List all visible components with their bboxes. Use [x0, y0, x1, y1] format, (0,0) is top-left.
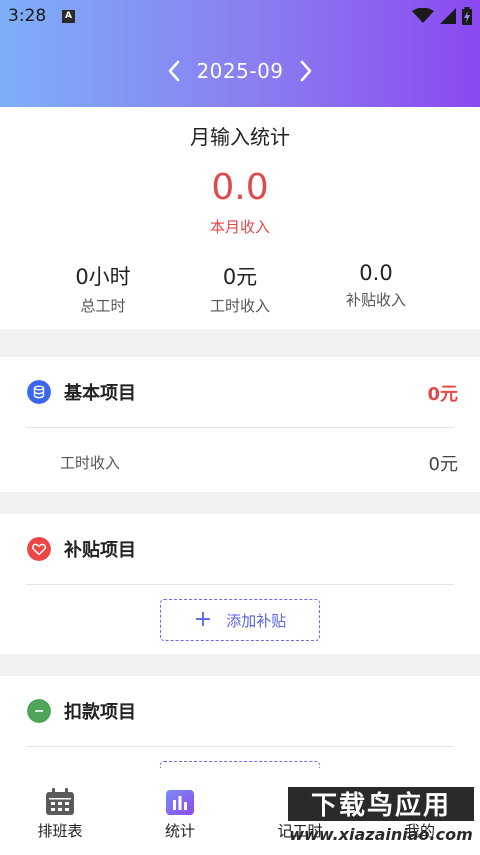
row-label-hourly-income: 工时收入 [60, 454, 121, 472]
card-title: 基本项目 [64, 383, 136, 404]
stat-label: 总工时 [80, 297, 126, 315]
status-bar: 3:28 A [0, 0, 480, 32]
card-title: 扣款项目 [64, 702, 136, 723]
stat-value: 0小时 [75, 265, 131, 289]
add-deduction-button[interactable] [160, 761, 320, 768]
notification-icon: A [62, 10, 75, 23]
add-subsidy-button[interactable]: + 添加补贴 [160, 599, 320, 641]
heart-icon [27, 537, 51, 561]
wifi-icon [412, 8, 434, 23]
monthly-income-value: 0.0 [211, 167, 269, 208]
calendar-icon [46, 788, 74, 815]
system-icons [412, 7, 472, 25]
watermark-title: 下载鸟应用 [286, 785, 476, 823]
current-month[interactable]: 2025-09 [190, 59, 290, 83]
divider [26, 584, 454, 585]
basic-items-card: 基本项目 0元 工时收入 0元 [0, 357, 480, 492]
chevron-right-icon[interactable] [296, 58, 316, 84]
add-subsidy-label: 添加补贴 [226, 611, 287, 630]
card-header: 基本项目 0元 [0, 357, 480, 427]
stat-hourly-income: 0元 工时收入 [170, 261, 310, 316]
nav-item-statistics[interactable]: 统计 [132, 788, 228, 841]
subsidy-items-card: 补贴项目 + 添加补贴 [0, 514, 480, 654]
chevron-left-icon[interactable] [164, 58, 184, 84]
deduction-items-card: 扣款项目 [0, 676, 480, 768]
stat-total-hours: 0小时 总工时 [33, 261, 173, 316]
stat-label: 工时收入 [209, 297, 270, 315]
nav-item-schedule[interactable]: 排班表 [12, 788, 108, 841]
stat-value: 0.0 [359, 261, 393, 285]
stats-icon [166, 790, 194, 815]
card-header: 扣款项目 [0, 676, 480, 746]
summary-title: 月输入统计 [190, 125, 290, 149]
watermark-url: www.xiazainiao.com [289, 825, 473, 844]
card-amount: 0元 [427, 384, 458, 405]
monthly-income-label: 本月收入 [209, 218, 270, 236]
monthly-summary: 月输入统计 0.0 本月收入 0小时 总工时 0元 工时收入 0.0 补贴收入 [0, 107, 480, 329]
row-value-hourly-income: 0元 [428, 454, 458, 475]
card-header: 补贴项目 [0, 514, 480, 584]
card-title: 补贴项目 [64, 540, 136, 561]
status-time: 3:28 [8, 6, 47, 26]
month-navigator: 2025-09 [0, 56, 480, 88]
battery-icon [462, 7, 472, 25]
divider [26, 427, 454, 428]
nav-label: 统计 [164, 822, 195, 840]
stat-label: 补贴收入 [345, 291, 406, 309]
signal-icon [440, 8, 456, 24]
plus-icon: + [193, 607, 213, 632]
divider [26, 746, 454, 747]
header: 3:28 A 2025-09 [0, 0, 480, 107]
database-icon [27, 380, 51, 404]
stat-subsidy-income: 0.0 补贴收入 [306, 261, 446, 310]
stat-value: 0元 [222, 265, 258, 289]
minus-circle-icon [27, 699, 51, 723]
nav-label: 排班表 [37, 822, 83, 840]
watermark-logo: 下载鸟应用 www.xiazainiao.com [286, 785, 476, 851]
